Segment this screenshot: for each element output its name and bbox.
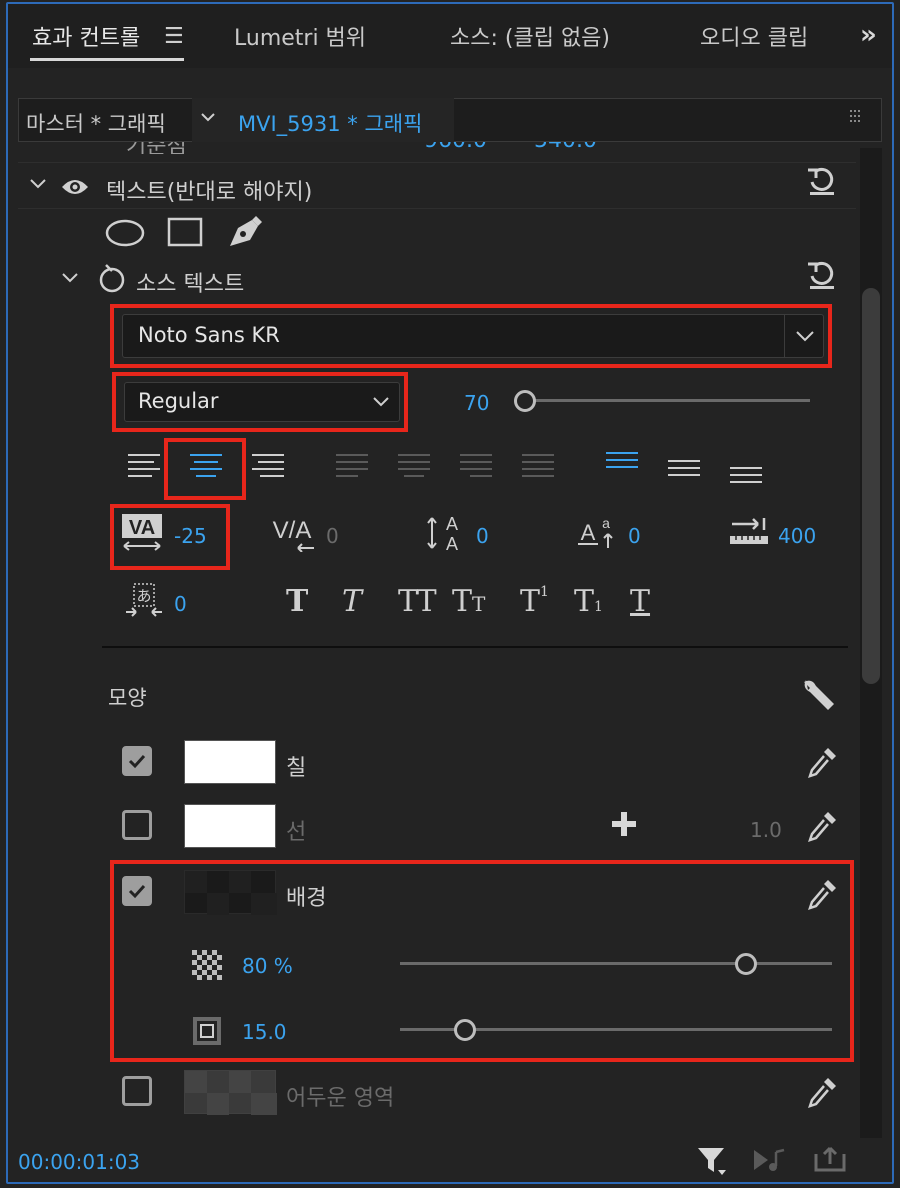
panel-frame bbox=[6, 2, 894, 1184]
